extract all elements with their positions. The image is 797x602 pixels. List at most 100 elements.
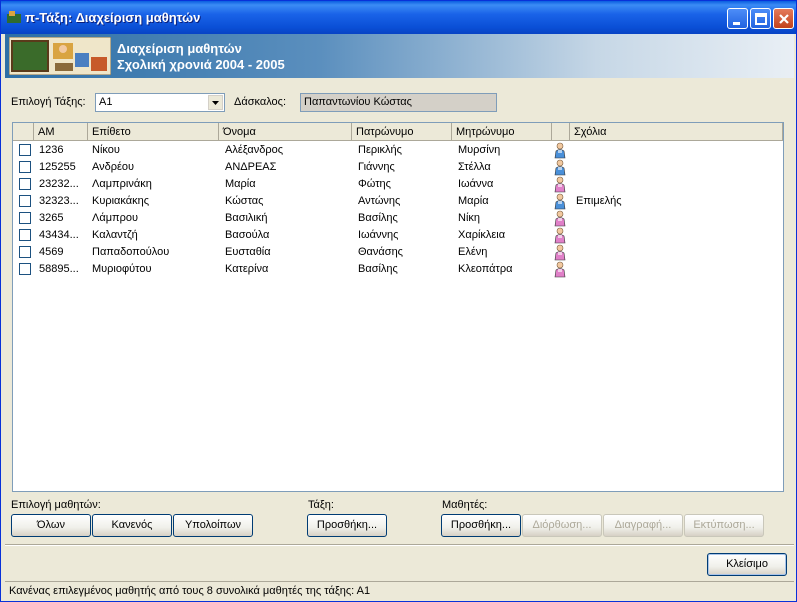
cell-surname: Ανδρέου (92, 161, 135, 173)
table-row[interactable]: 43434... Καλαντζή Βασούλα Ιωάννης Χαρίκλεια (13, 227, 783, 244)
close-icon (779, 14, 789, 24)
cell-father: Αντώνης (358, 195, 401, 207)
row-checkbox[interactable] (19, 178, 31, 190)
banner-title: Διαχείριση μαθητών (117, 41, 242, 56)
cell-father: Βασίλης (358, 212, 398, 224)
teacher-field: Παπαντωνίου Κώστας (300, 93, 497, 112)
add-class-button[interactable]: Προσθήκη... (307, 514, 387, 537)
cell-father: Φώτης (358, 178, 391, 190)
cell-name: Κώστας (225, 195, 264, 207)
cell-surname: Λάμπρου (92, 212, 139, 224)
row-checkbox[interactable] (19, 161, 31, 173)
minimize-button[interactable] (727, 8, 748, 29)
row-checkbox[interactable] (19, 195, 31, 207)
delete-student-button[interactable]: Διαγραφή... (603, 514, 683, 537)
cell-mother: Μαρία (458, 195, 489, 207)
cell-comment: Επιμελής (576, 195, 622, 207)
column-header-father[interactable]: Πατρώνυμο (352, 123, 452, 141)
class-select-label: Επιλογή Τάξης: (11, 96, 86, 108)
students-list[interactable]: ΑΜ Επίθετο Όνομα Πατρώνυμο Μητρώνυμο Σχό… (12, 122, 784, 492)
maximize-button[interactable] (750, 8, 771, 29)
table-row[interactable]: 125255 Ανδρέου ΑΝΔΡΕΑΣ Γιάννης Στέλλα (13, 159, 783, 176)
cell-name: ΑΝΔΡΕΑΣ (225, 161, 277, 173)
cell-am: 3265 (39, 212, 64, 224)
print-button[interactable]: Εκτύπωση... (684, 514, 764, 537)
female-student-icon (554, 244, 566, 261)
cell-name: Ευσταθία (225, 246, 271, 258)
close-window-button[interactable] (773, 8, 794, 29)
column-header-name[interactable]: Όνομα (219, 123, 352, 141)
cell-mother: Χαρίκλεια (458, 229, 506, 241)
column-header-gender[interactable] (552, 123, 570, 141)
teacher-label: Δάσκαλος: (234, 96, 287, 108)
class-select-value: Α1 (99, 96, 113, 108)
class-select[interactable]: Α1 (95, 93, 225, 112)
cell-name: Μαρία (225, 178, 256, 190)
cell-mother: Ελένη (458, 246, 488, 258)
table-row[interactable]: 3265 Λάμπρου Βασιλική Βασίλης Νίκη (13, 210, 783, 227)
chevron-down-icon (212, 101, 219, 105)
cell-name: Βασούλα (225, 229, 270, 241)
table-row[interactable]: 23232... Λαμπρινάκη Μαρία Φώτης Ιωάννα (13, 176, 783, 193)
cell-surname: Παπαδοπούλου (92, 246, 170, 258)
cell-am: 43434... (39, 229, 79, 241)
male-student-icon (554, 193, 566, 210)
cell-surname: Καλαντζή (92, 229, 138, 241)
add-student-button[interactable]: Προσθήκη... (441, 514, 521, 537)
maximize-icon (755, 13, 767, 25)
cell-name: Κατερίνα (225, 263, 269, 275)
female-student-icon (554, 176, 566, 193)
cell-surname: Νίκου (92, 144, 120, 156)
banner-subtitle: Σχολική χρονιά 2004 - 2005 (117, 57, 285, 72)
row-checkbox[interactable] (19, 246, 31, 258)
cell-am: 4569 (39, 246, 64, 258)
table-row[interactable]: 58895... Μυριοφύτου Κατερίνα Βασίλης Κλεοπάτ… (13, 261, 783, 278)
table-row[interactable]: 4569 Παπαδοπούλου Ευσταθία Θανάσης Ελένη (13, 244, 783, 261)
dropdown-arrow-button[interactable] (208, 95, 223, 110)
app-icon (7, 11, 21, 23)
cell-mother: Μυρσίνη (458, 144, 501, 156)
cell-am: 58895... (39, 263, 79, 275)
cell-father: Ιωάννης (358, 229, 399, 241)
table-row[interactable]: 1236 Νίκου Αλέξανδρος Περικλής Μυρσίνη (13, 142, 783, 159)
cell-mother: Ιωάννα (458, 178, 494, 190)
row-checkbox[interactable] (19, 212, 31, 224)
header-banner: Διαχείριση μαθητών Σχολική χρονιά 2004 -… (5, 34, 794, 78)
cell-mother: Νίκη (458, 212, 481, 224)
female-student-icon (554, 261, 566, 278)
cell-name: Βασιλική (225, 212, 268, 224)
separator (5, 544, 794, 546)
select-none-button[interactable]: Κανενός (92, 514, 172, 537)
cell-am: 125255 (39, 161, 76, 173)
status-text: Κανένας επιλεγμένος μαθητής από τους 8 σ… (9, 585, 371, 597)
cell-mother: Στέλλα (458, 161, 491, 173)
column-header-checkbox[interactable] (13, 123, 34, 141)
app-logo (9, 37, 111, 75)
cell-name: Αλέξανδρος (225, 144, 284, 156)
male-student-icon (554, 159, 566, 176)
cell-surname: Κυριακάκης (92, 195, 150, 207)
select-all-button[interactable]: Όλων (11, 514, 91, 537)
title-bar[interactable]: π-Τάξη: Διαχείριση μαθητών (1, 1, 796, 34)
edit-student-button[interactable]: Διόρθωση... (522, 514, 602, 537)
teacher-value: Παπαντωνίου Κώστας (304, 96, 412, 108)
column-header-comments[interactable]: Σχόλια (570, 123, 783, 141)
male-student-icon (554, 142, 566, 159)
select-rest-button[interactable]: Υπολοίπων (173, 514, 253, 537)
row-checkbox[interactable] (19, 144, 31, 156)
column-header-surname[interactable]: Επίθετο (88, 123, 219, 141)
close-button[interactable]: Κλείσιμο (707, 553, 787, 576)
selection-label: Επιλογή μαθητών: (11, 499, 101, 511)
cell-am: 32323... (39, 195, 79, 207)
students-section-label: Μαθητές: (442, 499, 488, 511)
table-row[interactable]: 32323... Κυριακάκης Κώστας Αντώνης Μαρία Επιμ… (13, 193, 783, 210)
minimize-icon (733, 22, 740, 25)
column-header-am[interactable]: ΑΜ (34, 123, 88, 141)
cell-am: 1236 (39, 144, 64, 156)
row-checkbox[interactable] (19, 229, 31, 241)
cell-surname: Λαμπρινάκη (92, 178, 152, 190)
cell-father: Θανάσης (358, 246, 403, 258)
class-section-label: Τάξη: (308, 499, 334, 511)
row-checkbox[interactable] (19, 263, 31, 275)
column-header-mother[interactable]: Μητρώνυμο (452, 123, 552, 141)
